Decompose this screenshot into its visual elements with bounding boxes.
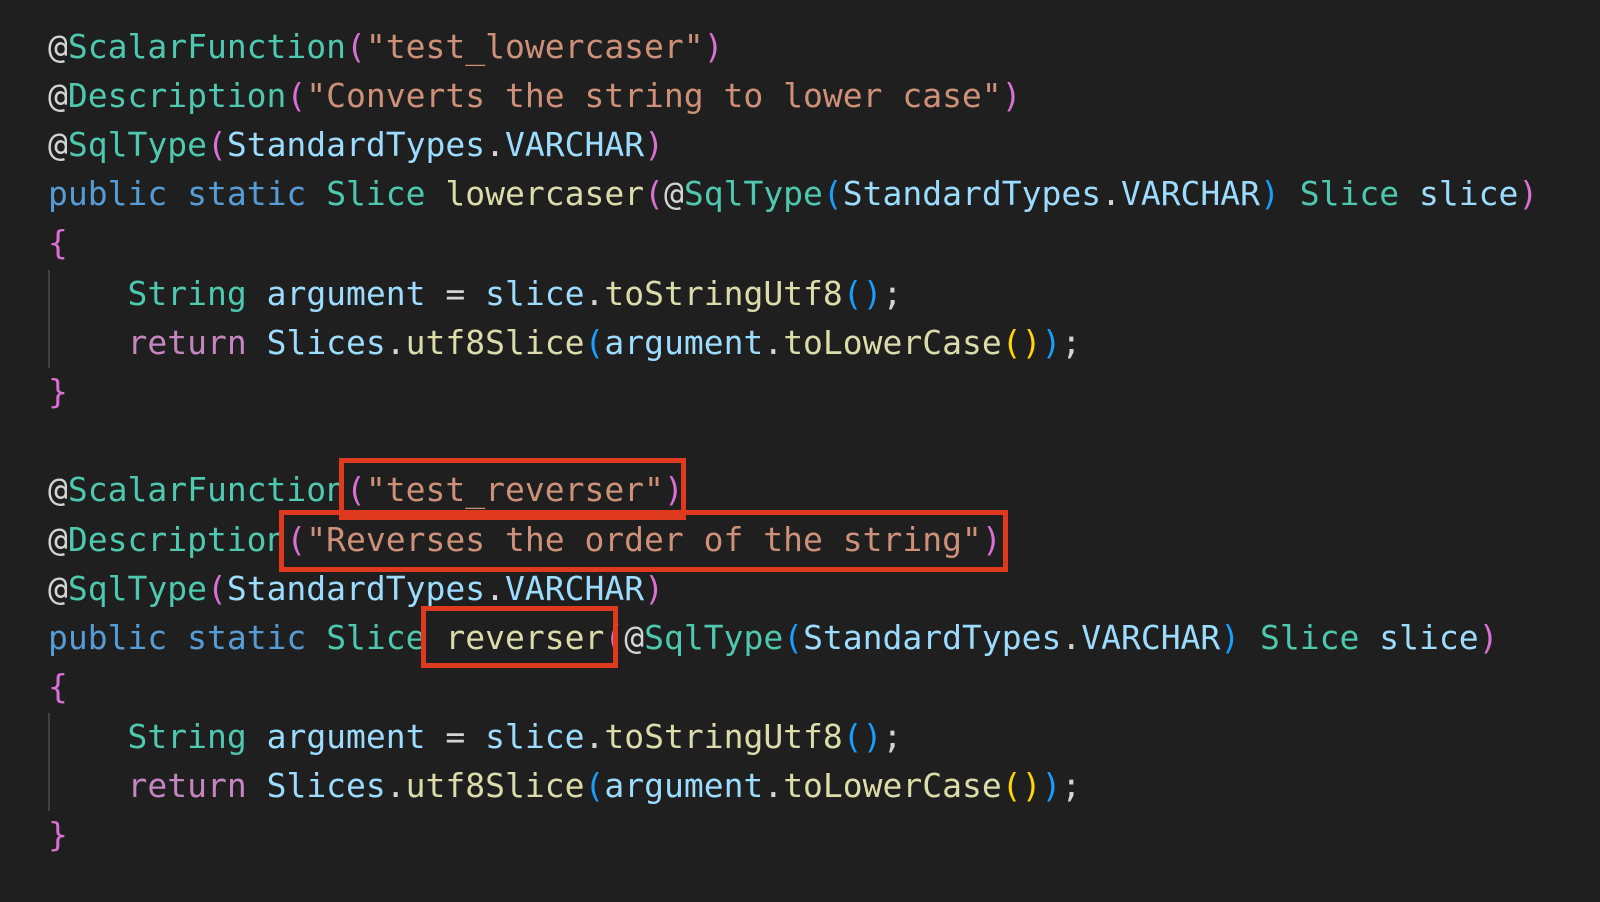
type-constant: VARCHAR (1120, 174, 1261, 213)
code-line-4: public static Slice lowercaser(@SqlType(… (48, 174, 1539, 213)
argument: argument (604, 766, 764, 805)
keyword: return (127, 323, 247, 362)
code-line-13: public static Slice reverser(@SqlType(St… (48, 618, 1499, 657)
annotation-name: Description (67, 76, 287, 115)
code-editor[interactable]: @ScalarFunction("test_lowercaser") @Desc… (0, 0, 1600, 902)
return-type: Slice (326, 618, 426, 657)
local-type: String (127, 717, 247, 756)
code-line-12: @SqlType(StandardTypes.VARCHAR) (48, 569, 664, 608)
annotation-name: ScalarFunction (67, 470, 347, 509)
method-call: toStringUtf8 (604, 717, 843, 756)
param-name: slice (1379, 618, 1479, 657)
description-string: "Reverses the order of the string" (306, 520, 982, 559)
method-call: toLowerCase (783, 766, 1002, 805)
function-name-string: "test_reverser" (365, 470, 664, 509)
type-reference: StandardTypes (226, 569, 486, 608)
local-name: argument (266, 274, 426, 313)
annotation-name: SqlType (644, 618, 784, 657)
code-line-11: @Description("Reverses the order of the … (48, 520, 1002, 559)
code-line-15: String argument = slice.toStringUtf8(); (127, 717, 903, 756)
code-line-3: @SqlType(StandardTypes.VARCHAR) (48, 125, 664, 164)
annotation-name: SqlType (67, 125, 207, 164)
type-reference: StandardTypes (842, 174, 1102, 213)
method-call: toLowerCase (783, 323, 1002, 362)
code-line-1: @ScalarFunction("test_lowercaser") (48, 27, 724, 66)
receiver: slice (485, 274, 585, 313)
method-name: reverser (445, 618, 605, 657)
keyword: static (187, 618, 307, 657)
code-line-2: @Description("Converts the string to low… (48, 76, 1022, 115)
code-line-8: } (48, 372, 68, 411)
type-constant: VARCHAR (504, 569, 645, 608)
keyword: public (48, 618, 168, 657)
code-line-16: return Slices.utf8Slice(argument.toLower… (127, 766, 1082, 805)
param-type: Slice (1299, 174, 1400, 213)
param-name: slice (1419, 174, 1519, 213)
keyword: public (48, 174, 168, 213)
local-name: argument (266, 717, 426, 756)
type-reference: StandardTypes (226, 125, 486, 164)
annotation-name: SqlType (67, 569, 207, 608)
method-call: utf8Slice (405, 323, 585, 362)
local-type: String (127, 274, 247, 313)
code-line-5: { (48, 223, 68, 262)
description-string: "Converts the string to lower case" (306, 76, 1002, 115)
receiver: slice (485, 717, 585, 756)
code-line-6: String argument = slice.toStringUtf8(); (127, 274, 903, 313)
type-constant: VARCHAR (504, 125, 645, 164)
code-line-14: { (48, 667, 68, 706)
annotation-name: Description (67, 520, 287, 559)
type-constant: VARCHAR (1081, 618, 1221, 657)
class-name: Slices (266, 766, 386, 805)
return-type: Slice (326, 174, 426, 213)
method-name: lowercaser (445, 174, 645, 213)
keyword: static (187, 174, 307, 213)
method-call: utf8Slice (405, 766, 585, 805)
class-name: Slices (266, 323, 386, 362)
code-line-10: @ScalarFunction("test_reverser") (48, 470, 684, 509)
keyword: return (127, 766, 247, 805)
argument: argument (604, 323, 764, 362)
code-line-7: return Slices.utf8Slice(argument.toLower… (127, 323, 1082, 362)
annotation-name: SqlType (683, 174, 823, 213)
param-type: Slice (1260, 618, 1360, 657)
function-name-string: "test_lowercaser" (365, 27, 704, 66)
type-reference: StandardTypes (803, 618, 1062, 657)
method-call: toStringUtf8 (604, 274, 843, 313)
code-line-17: } (48, 815, 68, 854)
annotation-name: ScalarFunction (67, 27, 347, 66)
